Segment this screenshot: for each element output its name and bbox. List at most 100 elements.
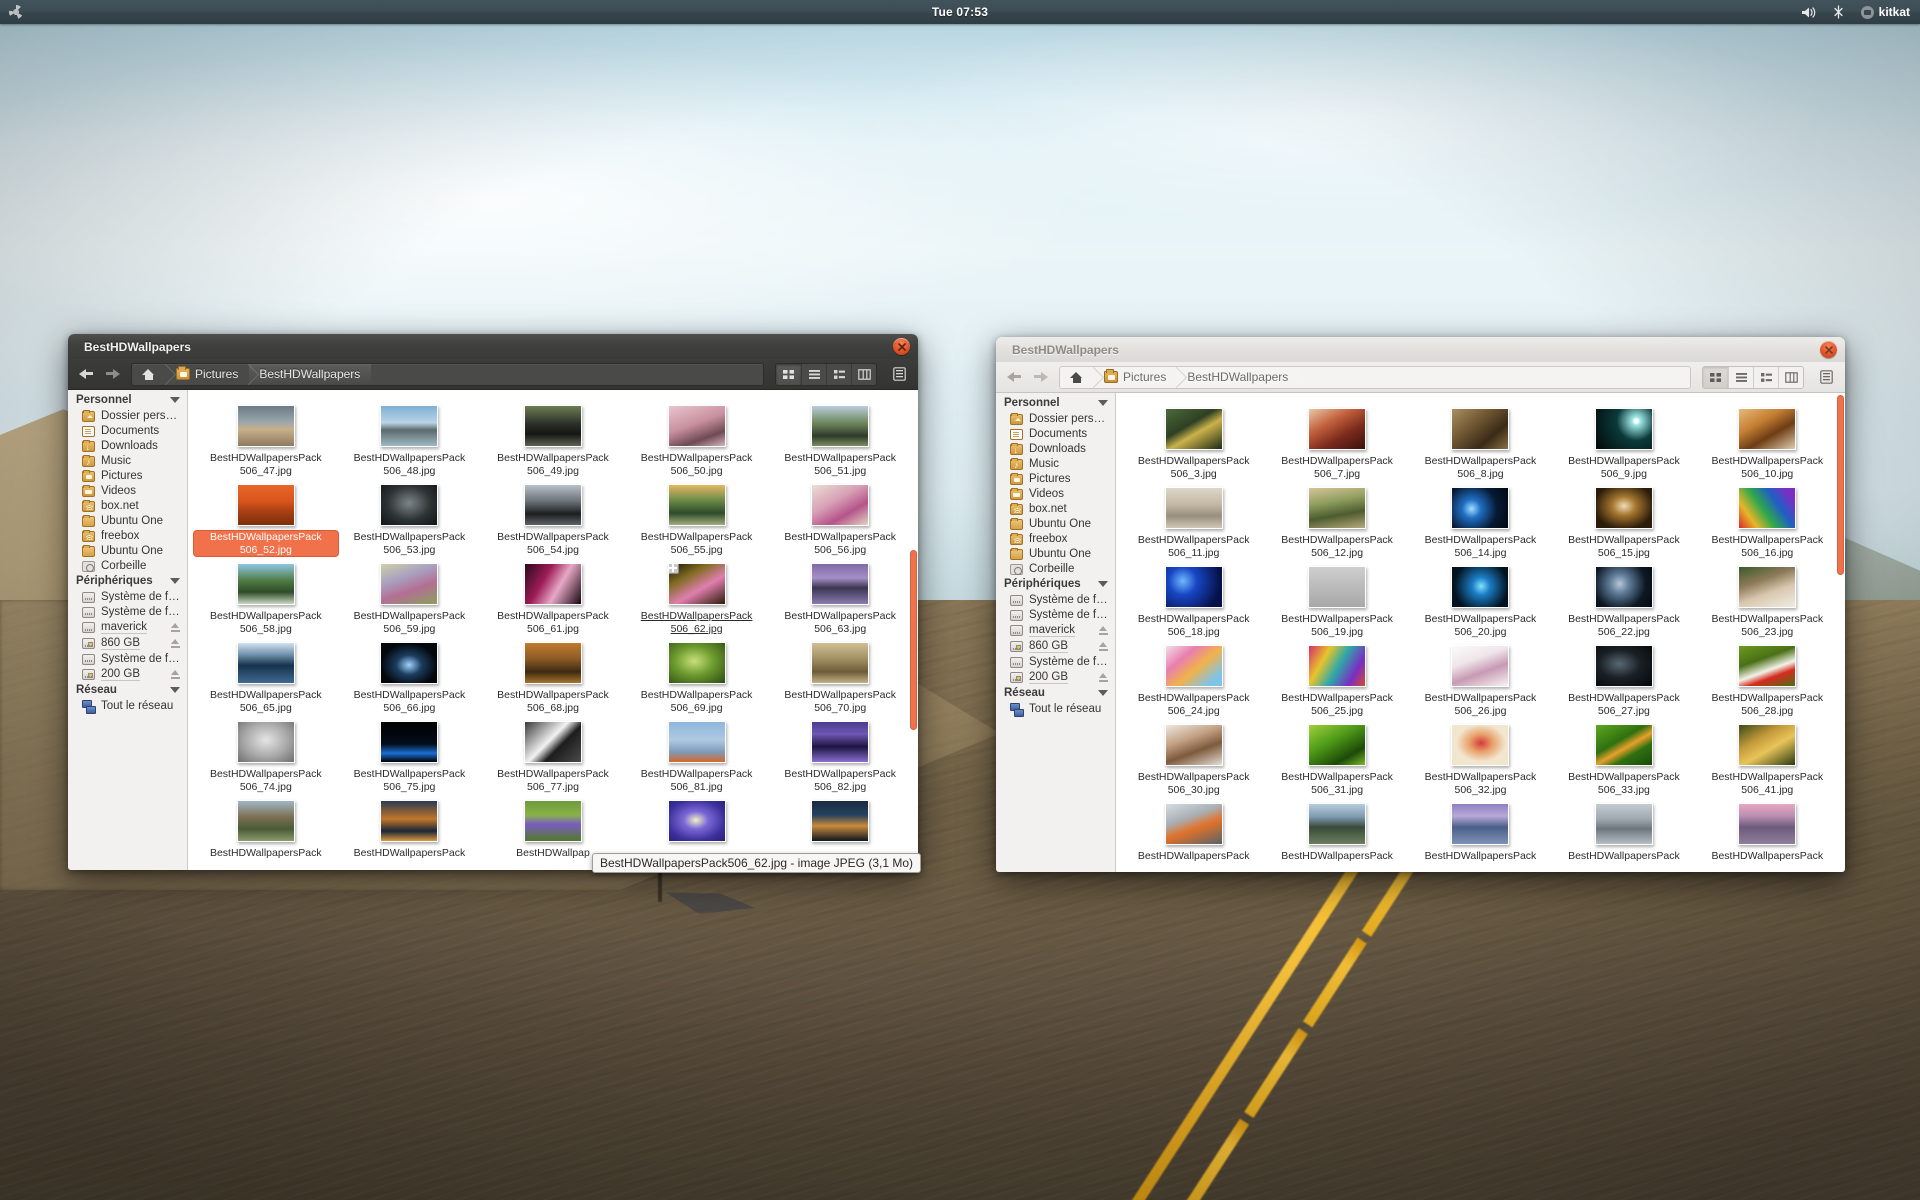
file-item[interactable]: BestHDWallpapersPack xyxy=(1696,798,1839,863)
file-item[interactable]: BestHDWallpapersPack xyxy=(1122,798,1265,863)
sidebar-item-box-net[interactable]: box.net xyxy=(996,501,1115,516)
file-grid-view-right[interactable]: BestHDWallpapersPack 506_3.jpg BestHDWallp… xyxy=(1116,393,1845,872)
vertical-scrollbar[interactable] xyxy=(1837,395,1844,575)
file-item[interactable]: BestHDWallpapersPack 506_82.jpg xyxy=(768,716,912,793)
file-item[interactable]: BestHDWallpapersPack 506_15.jpg xyxy=(1552,482,1695,559)
file-item[interactable]: BestHDWallpapersPack 506_65.jpg xyxy=(194,637,338,714)
file-item[interactable]: BestHDWallpapersPack 506_16.jpg xyxy=(1696,482,1839,559)
file-item[interactable]: BestHDWallpap xyxy=(481,795,625,860)
sidebar-item-syst-me-de-fichier[interactable]: Système de fichier xyxy=(68,589,187,604)
eject-icon[interactable] xyxy=(1098,641,1109,652)
sidebar-item-documents[interactable]: Documents xyxy=(996,426,1115,441)
sidebar-item-200-gb[interactable]: 200 GB xyxy=(996,669,1115,685)
sidebar-item-dossier-personnel[interactable]: Dossier personnel xyxy=(996,411,1115,426)
grid-view-icon[interactable] xyxy=(1703,366,1728,388)
chevron-down-icon[interactable] xyxy=(1098,690,1108,696)
sidebar-item-syst-me-de-fichier[interactable]: Système de fichier xyxy=(996,592,1115,607)
breadcrumb-home[interactable] xyxy=(132,364,166,385)
eject-icon[interactable] xyxy=(170,669,181,680)
sidebar-item-videos[interactable]: Videos xyxy=(68,483,187,498)
breadcrumb-pictures[interactable]: Pictures xyxy=(166,364,249,385)
file-item[interactable]: BestHDWallpapersPack 506_12.jpg xyxy=(1265,482,1408,559)
user-menu[interactable]: kitkat xyxy=(1860,5,1910,19)
breadcrumb-current[interactable]: BestHDWallpapers xyxy=(1177,366,1300,388)
file-item[interactable]: BestHDWallpapersPack xyxy=(1265,798,1408,863)
sidebar-item-860-gb[interactable]: 860 GB xyxy=(68,635,187,651)
file-grid-view-left[interactable]: BestHDWallpapersPack 506_47.jpg BestHDWall… xyxy=(188,390,918,870)
file-item[interactable]: BestHDWallpapersPack 506_75.jpg xyxy=(338,716,482,793)
file-item[interactable]: BestHDWallpapersPack 506_77.jpg xyxy=(481,716,625,793)
file-item[interactable]: BestHDWallpapersPack 506_23.jpg xyxy=(1696,561,1839,638)
sidebar-section-header[interactable]: Périphériques xyxy=(996,576,1115,592)
sidebar-section-header[interactable]: Réseau xyxy=(996,685,1115,701)
file-item[interactable]: BestHDWallpapersPack 506_8.jpg xyxy=(1409,403,1552,480)
file-item[interactable]: BestHDWallpapersPack 506_52.jpg xyxy=(194,479,338,556)
compact-view-icon[interactable] xyxy=(826,363,851,385)
chevron-down-icon[interactable] xyxy=(1098,400,1108,406)
file-item[interactable]: BestHDWallpapersPack 506_14.jpg xyxy=(1409,482,1552,559)
vertical-scrollbar[interactable] xyxy=(910,550,917,730)
file-item[interactable]: BestHDWallpapersPack 506_25.jpg xyxy=(1265,640,1408,717)
eject-icon[interactable] xyxy=(1098,672,1109,683)
chevron-down-icon[interactable] xyxy=(1098,581,1108,587)
eject-icon[interactable] xyxy=(170,622,181,633)
sidebar-item-freebox[interactable]: freebox xyxy=(996,531,1115,546)
sidebar-item-videos[interactable]: Videos xyxy=(996,486,1115,501)
file-item[interactable]: BestHDWallpapersPack 506_28.jpg xyxy=(1696,640,1839,717)
file-item[interactable]: BestHDWallpapersPack 506_26.jpg xyxy=(1409,640,1552,717)
file-item[interactable]: BestHDWallpapersPack 506_69.jpg xyxy=(625,637,769,714)
file-item[interactable]: BestHDWallpapersPack 506_55.jpg xyxy=(625,479,769,556)
sidebar-item-box-net[interactable]: box.net xyxy=(68,498,187,513)
sidebar-item-music[interactable]: Music xyxy=(68,453,187,468)
sidebar-item-syst-me-de-fichier[interactable]: Système de fichier... xyxy=(68,604,187,619)
grid-view-icon[interactable] xyxy=(776,363,801,385)
file-item[interactable]: BestHDWallpapersPack 506_18.jpg xyxy=(1122,561,1265,638)
places-sidebar[interactable]: Personnel Dossier personnel Documents Downl… xyxy=(996,393,1116,872)
file-item[interactable]: BestHDWallpapersPack 506_50.jpg xyxy=(625,400,769,477)
file-item[interactable]: BestHDWallpapersPack 506_27.jpg xyxy=(1552,640,1695,717)
sidebar-item-ubuntu-one[interactable]: Ubuntu One xyxy=(996,546,1115,561)
sidebar-section-header[interactable]: Personnel xyxy=(996,395,1115,411)
file-item[interactable]: BestHDWallpapersPack 506_63.jpg xyxy=(768,558,912,635)
bluetooth-icon[interactable] xyxy=(1832,5,1845,19)
breadcrumb-home[interactable] xyxy=(1060,367,1094,388)
file-item[interactable]: BestHDWallpapersPack 506_33.jpg xyxy=(1552,719,1695,796)
file-item[interactable]: BestHDWallpapersPack 506_51.jpg xyxy=(768,400,912,477)
file-item[interactable] xyxy=(625,795,769,860)
forward-arrow-icon[interactable] xyxy=(102,363,124,385)
clock[interactable]: Tue 07:53 xyxy=(0,5,1920,19)
file-manager-window-right[interactable]: BestHDWallpapers Pictures BestHDWallpape… xyxy=(996,337,1845,872)
sidebar-section-header[interactable]: Périphériques xyxy=(68,573,187,589)
file-manager-window-left[interactable]: BestHDWallpapers Pictures BestHDWallpape… xyxy=(68,334,918,870)
file-item[interactable]: BestHDWallpapersPack xyxy=(338,795,482,860)
sidebar-item-ubuntu-one[interactable]: Ubuntu One xyxy=(68,543,187,558)
chevron-down-icon[interactable] xyxy=(170,578,180,584)
sidebar-section-header[interactable]: Personnel xyxy=(68,392,187,408)
sidebar-toggle-icon[interactable] xyxy=(1815,366,1838,389)
volume-icon[interactable] xyxy=(1801,6,1816,19)
places-sidebar[interactable]: Personnel Dossier personnel Documents Downl… xyxy=(68,390,188,870)
compact-view-icon[interactable] xyxy=(1753,366,1778,388)
file-item[interactable]: BestHDWallpapersPack 506_3.jpg xyxy=(1122,403,1265,480)
forward-arrow-icon[interactable] xyxy=(1030,366,1052,388)
file-item[interactable]: BestHDWallpapersPack 506_66.jpg xyxy=(338,637,482,714)
file-item[interactable]: BestHDWallpapersPack 506_58.jpg xyxy=(194,558,338,635)
chevron-down-icon[interactable] xyxy=(170,687,180,693)
file-item[interactable]: BestHDWallpapersPack 506_9.jpg xyxy=(1552,403,1695,480)
list-view-icon[interactable] xyxy=(801,363,826,385)
sidebar-item-corbeille[interactable]: Corbeille xyxy=(996,561,1115,576)
file-item[interactable]: BestHDWallpapersPack 506_68.jpg xyxy=(481,637,625,714)
sidebar-item-corbeille[interactable]: Corbeille xyxy=(68,558,187,573)
column-view-icon[interactable] xyxy=(1778,366,1803,388)
close-icon[interactable] xyxy=(1820,341,1837,358)
list-view-icon[interactable] xyxy=(1728,366,1753,388)
file-item[interactable]: BestHDWallpapersPack 506_62.jpg xyxy=(625,558,769,635)
back-arrow-icon[interactable] xyxy=(75,363,97,385)
file-item[interactable]: BestHDWallpapersPack 506_41.jpg xyxy=(1696,719,1839,796)
back-arrow-icon[interactable] xyxy=(1003,366,1025,388)
file-item[interactable]: BestHDWallpapersPack 506_32.jpg xyxy=(1409,719,1552,796)
close-icon[interactable] xyxy=(893,338,910,355)
sidebar-item-ubuntu-one[interactable]: Ubuntu One xyxy=(996,516,1115,531)
breadcrumb-current[interactable]: BestHDWallpapers xyxy=(249,363,372,385)
file-item[interactable]: BestHDWallpapersPack 506_47.jpg xyxy=(194,400,338,477)
